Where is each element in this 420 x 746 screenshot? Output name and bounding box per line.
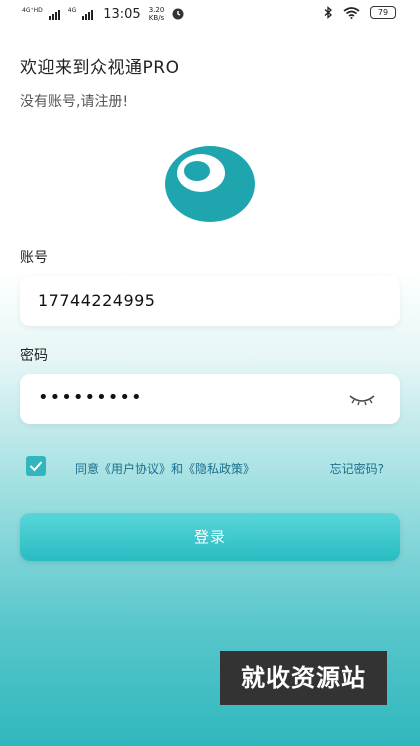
check-icon bbox=[29, 461, 43, 472]
network-type-1: 4G⁺HD bbox=[22, 6, 43, 14]
password-field[interactable]: ••••••••• bbox=[20, 374, 400, 424]
speed-unit: KB/s bbox=[148, 14, 165, 22]
forgot-password-link[interactable]: 忘记密码? bbox=[330, 460, 384, 477]
status-bar: 4G⁺HD 4G 13:05 3.20 KB/s 79 bbox=[0, 0, 420, 28]
eye-closed-icon[interactable] bbox=[348, 392, 376, 408]
network-type-2: 4G bbox=[67, 6, 77, 14]
register-link[interactable]: 没有账号,请注册! bbox=[20, 91, 128, 111]
status-left: 4G⁺HD 4G 13:05 3.20 KB/s bbox=[22, 6, 184, 22]
password-label: 密码 bbox=[20, 348, 48, 364]
password-value[interactable]: ••••••••• bbox=[38, 387, 143, 408]
account-value[interactable]: 17744224995 bbox=[38, 291, 155, 310]
agreement-link[interactable]: 同意《用户协议》和《隐私政策》 bbox=[75, 460, 255, 477]
clock: 13:05 bbox=[103, 6, 141, 22]
battery-icon: 79 bbox=[370, 6, 396, 19]
account-label: 账号 bbox=[20, 250, 48, 266]
speed-value: 3.20 bbox=[148, 6, 165, 14]
watermark-badge: 就收资源站 bbox=[220, 651, 387, 705]
welcome-title: 欢迎来到众视通PRO bbox=[20, 58, 180, 78]
timer-icon bbox=[172, 8, 184, 20]
status-right: 79 bbox=[324, 6, 396, 19]
bluetooth-icon bbox=[324, 6, 332, 19]
login-button[interactable]: 登录 bbox=[20, 513, 400, 561]
agree-checkbox[interactable] bbox=[26, 456, 46, 476]
account-field[interactable]: 17744224995 bbox=[20, 276, 400, 326]
network-speed: 3.20 KB/s bbox=[149, 6, 165, 22]
signal-icon bbox=[48, 9, 60, 20]
signal-icon-2 bbox=[82, 9, 94, 20]
wifi-icon bbox=[343, 6, 360, 19]
app-logo bbox=[165, 146, 255, 222]
